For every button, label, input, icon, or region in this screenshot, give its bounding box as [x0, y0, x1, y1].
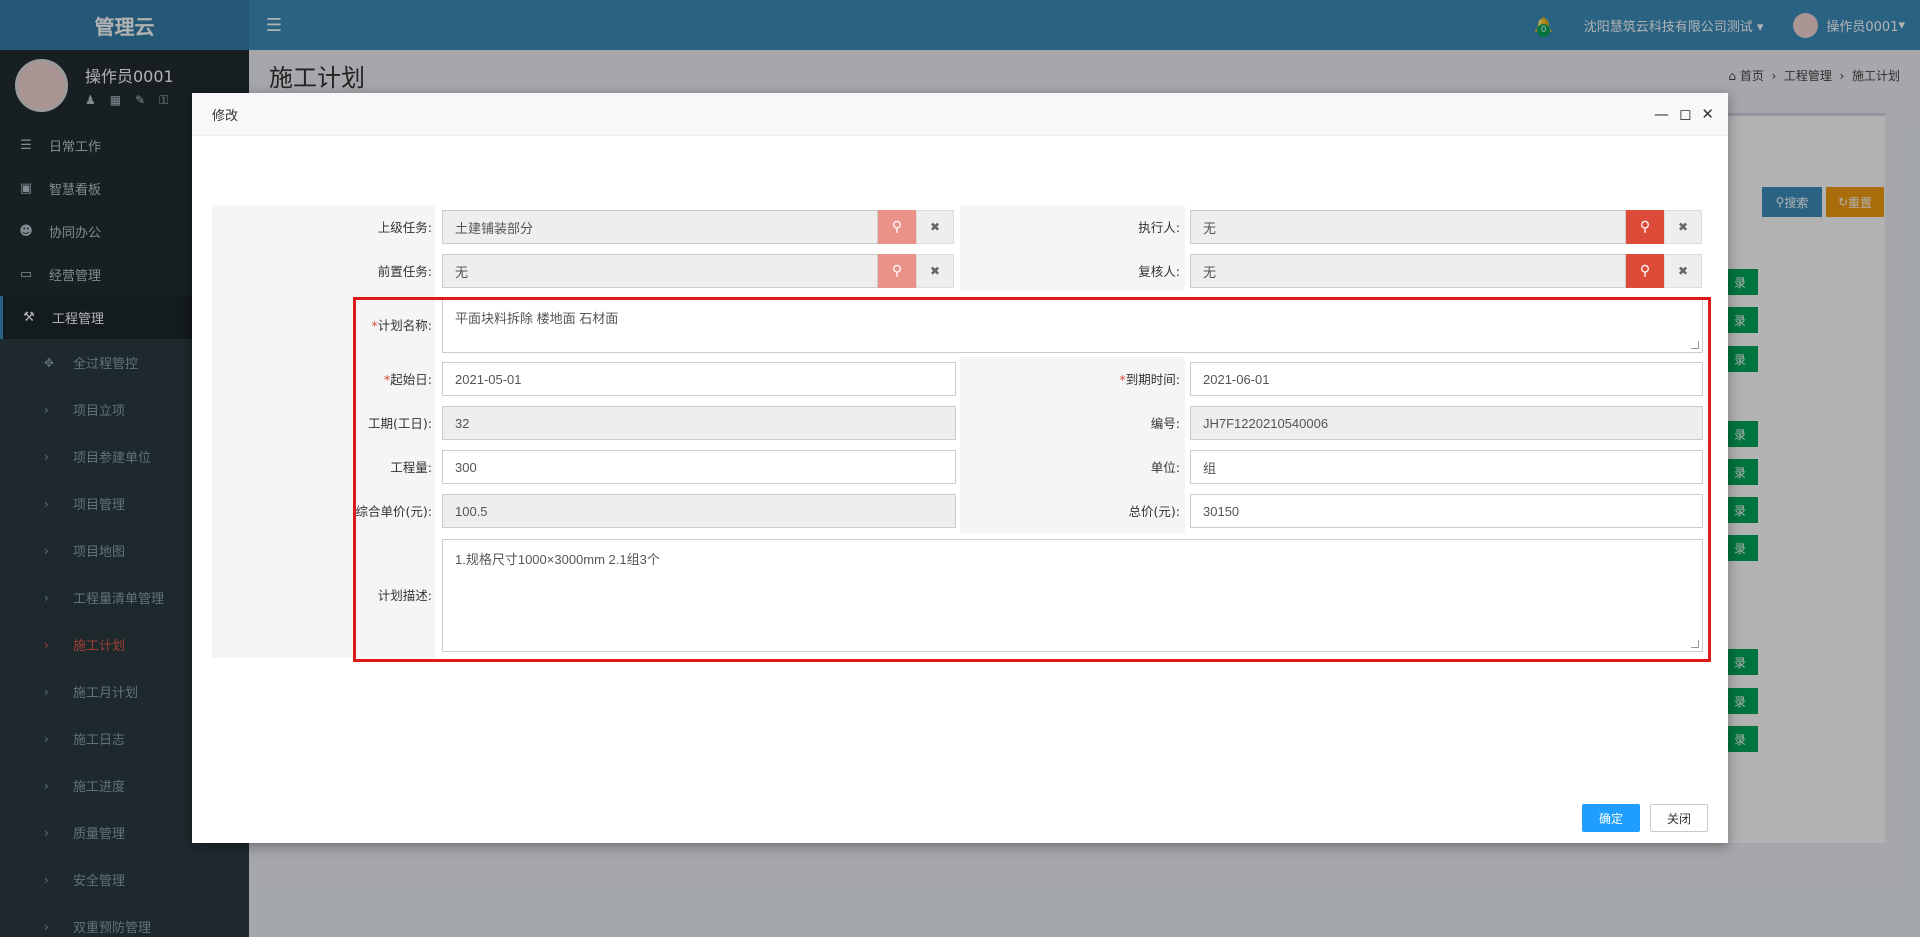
close-icon: ✖ [929, 220, 941, 234]
close-icon: ✖ [929, 264, 941, 278]
confirm-button[interactable]: 确定 [1582, 804, 1640, 832]
modal-header: 修改 — ◻ ✕ [192, 93, 1728, 136]
maximize-icon[interactable]: ◻ [1679, 105, 1691, 123]
search-icon: ⚲ [1639, 263, 1651, 279]
pre-task-search-button[interactable]: ⚲ [878, 254, 916, 288]
minimize-icon[interactable]: — [1654, 105, 1669, 123]
reviewer-field[interactable]: 无 [1190, 254, 1626, 288]
search-icon: ⚲ [891, 219, 903, 235]
executor-clear-button[interactable]: ✖ [1664, 210, 1702, 244]
pre-task-clear-button[interactable]: ✖ [916, 254, 954, 288]
modal-title: 修改 [212, 108, 239, 124]
reviewer-search-button[interactable]: ⚲ [1626, 254, 1664, 288]
parent-task-label: 上级任务: [377, 220, 432, 235]
close-icon: ✖ [1677, 264, 1689, 278]
reviewer-clear-button[interactable]: ✖ [1664, 254, 1702, 288]
parent-task-field[interactable]: 土建铺装部分 [442, 210, 878, 244]
pre-task-field[interactable]: 无 [442, 254, 878, 288]
executor-field[interactable]: 无 [1190, 210, 1626, 244]
executor-label: 执行人: [1138, 220, 1180, 235]
executor-search-button[interactable]: ⚲ [1626, 210, 1664, 244]
pre-task-label: 前置任务: [377, 264, 432, 279]
parent-task-clear-button[interactable]: ✖ [916, 210, 954, 244]
parent-task-search-button[interactable]: ⚲ [878, 210, 916, 244]
search-icon: ⚲ [891, 263, 903, 279]
reviewer-label: 复核人: [1138, 264, 1180, 279]
close-button[interactable]: 关闭 [1650, 804, 1708, 832]
highlight-box [353, 297, 1711, 662]
close-icon: ✖ [1677, 220, 1689, 234]
search-icon: ⚲ [1639, 219, 1651, 235]
close-icon[interactable]: ✕ [1701, 105, 1714, 123]
